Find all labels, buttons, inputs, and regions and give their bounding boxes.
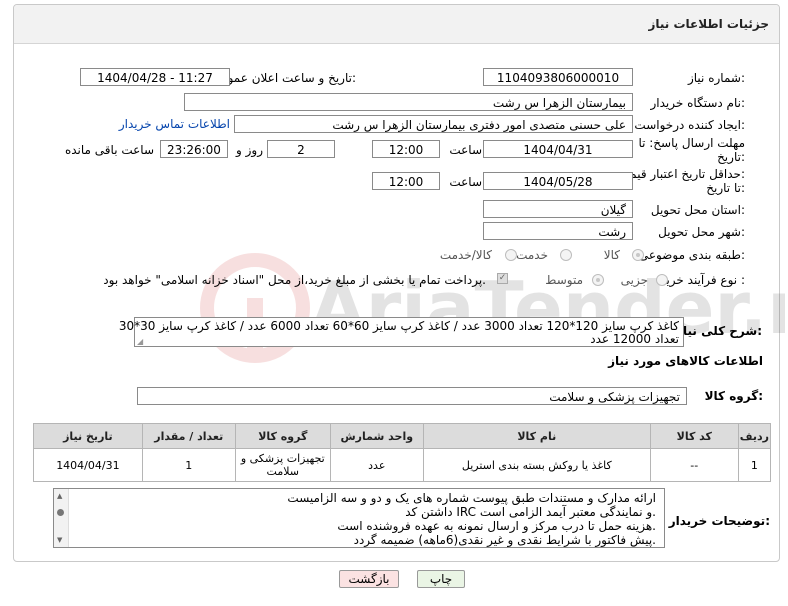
payment-note: پرداخت تمام یا بخشی از مبلغ خرید،از محل … [103, 273, 486, 287]
cell-row: 1 [737, 448, 772, 482]
category-goods-radio[interactable] [632, 249, 644, 261]
category-service-radio[interactable] [560, 249, 572, 261]
col-row: ردیف [737, 423, 772, 449]
buyer-org-label: نام دستگاه خریدار: [650, 96, 746, 110]
description-field: کاغذ کرپ سایز 120*120 تعداد 3000 عدد / ک… [119, 317, 684, 347]
process-medium-radio[interactable] [592, 274, 604, 286]
process-minor-radio[interactable] [656, 274, 668, 286]
goods-info-title: اطلاعات کالاهای مورد نیاز [608, 354, 763, 368]
remaining-time-label: ساعت باقی مانده [64, 143, 154, 157]
col-unit: واحد شمارش [329, 423, 424, 449]
process-minor-label: جزیی [620, 273, 648, 287]
goods-table: ردیف کد کالا نام کالا واحد شمارش گروه کا… [33, 423, 772, 482]
reply-deadline-label-2: تاریخ: [717, 150, 745, 164]
city-field: رشت [483, 222, 633, 240]
reply-date-field: 1404/04/31 [483, 140, 633, 158]
province-label: استان محل تحویل: [650, 203, 745, 217]
reply-time-label: ساعت [449, 143, 482, 157]
announce-label: تاریخ و ساعت اعلان عمومی: [211, 71, 356, 85]
description-label: شرح کلی نیاز: [676, 324, 762, 338]
col-date: تاریخ نیاز [33, 423, 143, 449]
panel-title: جزئیات اطلاعات نیاز [648, 17, 769, 31]
scroll-up-icon[interactable]: ▲ [57, 492, 62, 500]
notes-line-1: ارائه مدارک و مستندات طبق پیوست شماره ها… [287, 491, 656, 505]
col-name: نام کالا [422, 423, 651, 449]
table-row: 1 -- کاغذ یا روکش بسته بندی استریل عدد ت… [33, 448, 772, 482]
panel-header: جزئیات اطلاعات نیاز [14, 5, 779, 44]
notes-line-4: پیش فاکتور با شرایط نقدی و غیر نقدی(6ماه… [353, 533, 656, 547]
cell-group: تجهیزات پزشکی و سلامت [234, 448, 331, 482]
category-service-label: خدمت [516, 248, 548, 262]
notes-label: توضیحات خریدار: [668, 514, 770, 528]
payment-checkbox[interactable]: ✓ [497, 273, 508, 284]
validity-time-label: ساعت [449, 175, 482, 189]
buyer-org-field: بیمارستان الزهرا س رشت [184, 93, 633, 111]
buyer-notes-field: ▲ ▼ ارائه مدارک و مستندات طبق پیوست شمار… [53, 488, 665, 548]
goods-group-field: تجهیزات پزشکی و سلامت [137, 387, 687, 405]
process-label: نوع فرآیند خرید : [660, 273, 745, 287]
process-medium-label: متوسط [545, 273, 583, 287]
category-goods-service-radio[interactable] [505, 249, 517, 261]
description-line-1: کاغذ کرپ سایز 120*120 تعداد 3000 عدد / ک… [118, 319, 679, 333]
notes-line-2: داشتن کد IRC و نمایندگی معتبر آیمد الزام… [405, 505, 656, 519]
remaining-time-field: 23:26:00 [160, 140, 228, 158]
cell-code: -- [649, 448, 739, 482]
back-button[interactable]: بازگشت [339, 570, 399, 588]
validity-label: حداقل تاریخ اعتبار قیمت: [618, 167, 745, 181]
announce-field: 1404/04/28 - 11:27 [80, 68, 230, 86]
contact-info-link[interactable]: اطلاعات تماس خریدار [119, 117, 230, 131]
notes-line-3: هزینه حمل تا درب مرکز و ارسال نمونه به ع… [337, 519, 656, 533]
scroll-down-icon[interactable]: ▼ [57, 536, 62, 544]
reply-deadline-label: مهلت ارسال پاسخ: تا [638, 136, 745, 150]
resize-handle-icon[interactable]: ◢ [137, 337, 143, 346]
notes-scrollbar[interactable]: ▲ ▼ [54, 489, 69, 547]
validity-time-field: 12:00 [372, 172, 440, 190]
city-label: شهر محل تحویل: [658, 225, 745, 239]
reply-time-field: 12:00 [372, 140, 440, 158]
goods-group-label: گروه کالا: [704, 389, 763, 403]
table-header-row: ردیف کد کالا نام کالا واحد شمارش گروه کا… [33, 423, 772, 449]
print-button[interactable]: چاپ [417, 570, 465, 588]
validity-date-field: 1404/05/28 [483, 172, 633, 190]
creator-field: علی حسنی متصدی امور دفتری بیمارستان الزه… [234, 115, 633, 133]
cell-qty: 1 [141, 448, 236, 482]
cell-unit: عدد [329, 448, 424, 482]
days-field: 2 [267, 140, 335, 158]
category-label: طبقه بندی موضوعی: [638, 248, 745, 262]
validity-label-2: تا تاریخ: [706, 181, 745, 195]
need-number-field: 1104093806000010 [483, 68, 633, 86]
description-line-2: تعداد 12000 عدد [590, 332, 679, 346]
col-group: گروه کالا [234, 423, 331, 449]
category-goods-label: کالا [603, 248, 620, 262]
col-code: کد کالا [649, 423, 739, 449]
category-goods-service-label: کالا/خدمت [439, 248, 492, 262]
scroll-thumb[interactable] [57, 509, 64, 516]
col-qty: تعداد / مقدار [141, 423, 236, 449]
cell-name: کاغذ یا روکش بسته بندی استریل [422, 448, 651, 482]
days-label: روز و [236, 143, 263, 157]
creator-label: ایجاد کننده درخواست: [634, 118, 745, 132]
need-number-label: شماره نیاز: [687, 71, 745, 85]
cell-date: 1404/04/31 [33, 448, 143, 482]
province-field: گیلان [483, 200, 633, 218]
